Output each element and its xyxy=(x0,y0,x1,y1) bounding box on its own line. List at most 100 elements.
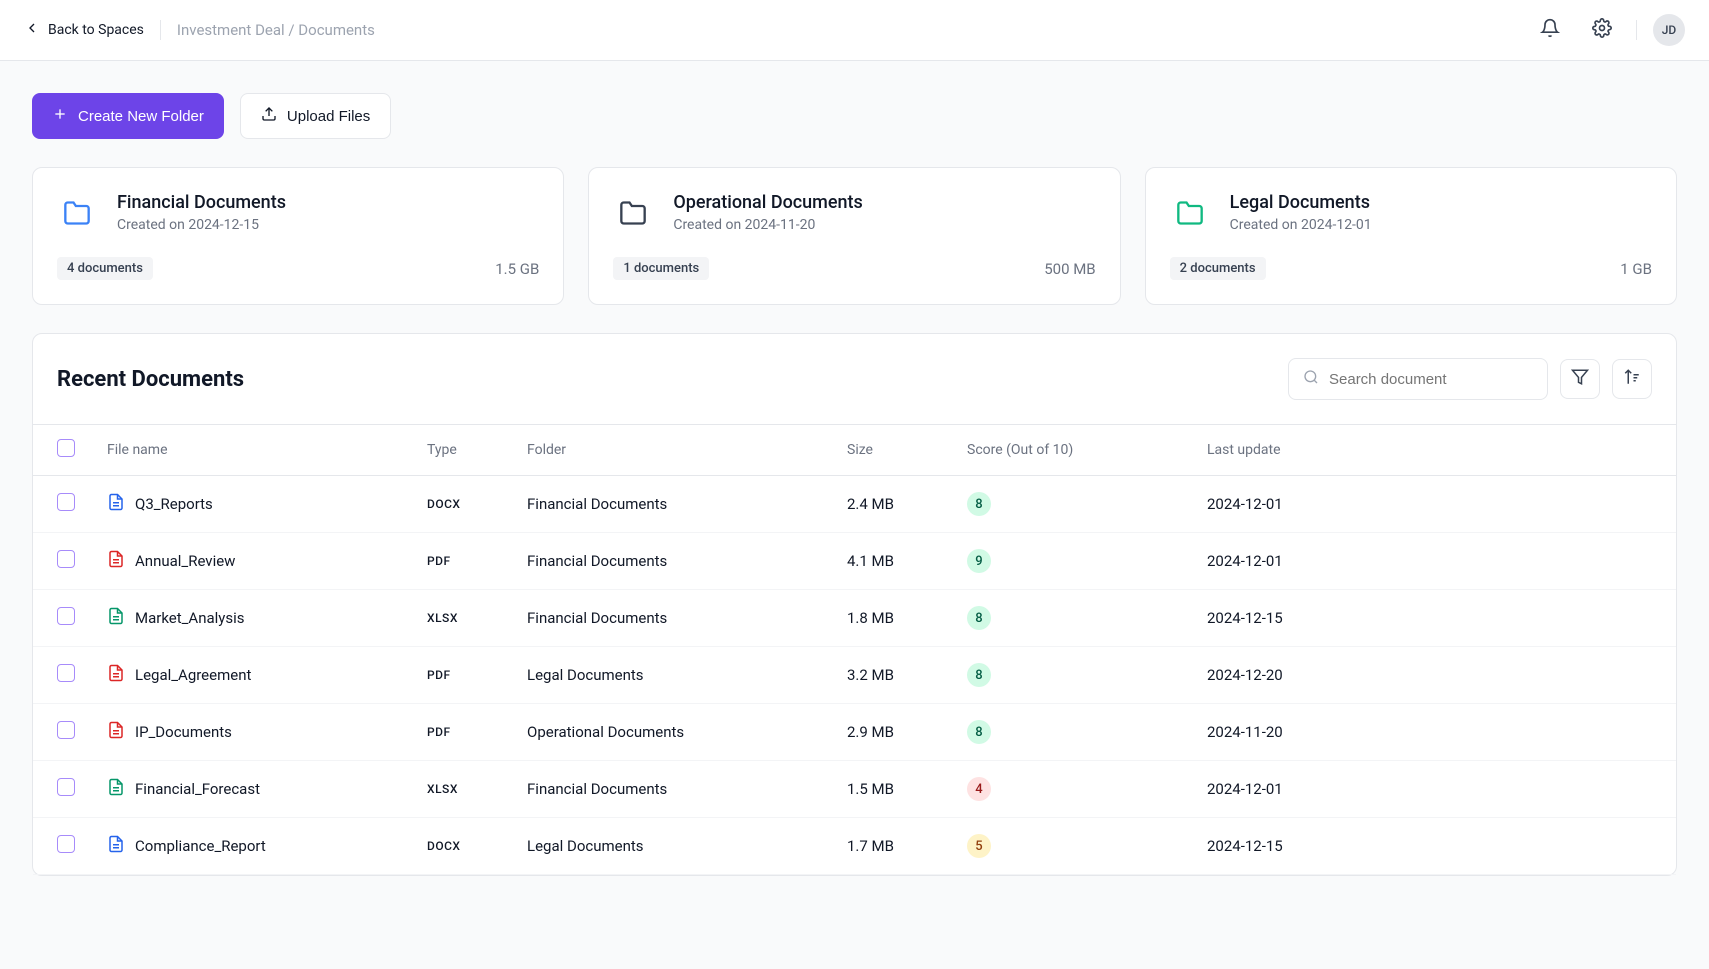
table-row[interactable]: Financial_Forecast XLSXFinancial Document… xyxy=(33,761,1676,818)
select-all-checkbox[interactable] xyxy=(57,439,75,457)
upload-files-button[interactable]: Upload Files xyxy=(240,93,391,139)
header-left: Back to Spaces Investment Deal / Documen… xyxy=(24,20,375,40)
file-type: PDF xyxy=(411,647,511,704)
file-size: 2.9 MB xyxy=(831,704,951,761)
file-size: 1.5 MB xyxy=(831,761,951,818)
folder-top: Financial DocumentsCreated on 2024-12-15 xyxy=(57,192,539,233)
row-checkbox[interactable] xyxy=(57,550,75,568)
file-icon xyxy=(107,835,125,857)
score-badge: 5 xyxy=(967,834,991,858)
header-right: JD xyxy=(1532,12,1685,48)
divider xyxy=(1636,20,1637,40)
file-icon xyxy=(107,721,125,743)
folder-title: Financial Documents xyxy=(117,192,286,213)
sort-icon xyxy=(1623,368,1641,390)
table-controls xyxy=(1288,358,1652,400)
file-size: 3.2 MB xyxy=(831,647,951,704)
col-updated[interactable]: Last update xyxy=(1191,425,1676,476)
user-avatar[interactable]: JD xyxy=(1653,14,1685,46)
table-row[interactable]: Q3_ReportsDOCXFinancial Documents2.4 MB8… xyxy=(33,476,1676,533)
notifications-button[interactable] xyxy=(1532,12,1568,48)
file-type: DOCX xyxy=(411,476,511,533)
file-folder: Legal Documents xyxy=(511,647,831,704)
score-badge: 8 xyxy=(967,663,991,687)
table-row[interactable]: Compliance_ReportDOCXLegal Documents1.7 … xyxy=(33,818,1676,875)
col-size[interactable]: Size xyxy=(831,425,951,476)
main-content: Create New Folder Upload Files Financial… xyxy=(0,61,1709,908)
table-header-bar: Recent Documents xyxy=(33,334,1676,424)
file-name: Annual_Review xyxy=(135,552,235,570)
table-title: Recent Documents xyxy=(57,367,244,392)
file-cell: Annual_Review xyxy=(107,550,395,572)
file-type: XLSX xyxy=(411,590,511,647)
row-checkbox[interactable] xyxy=(57,778,75,796)
folder-info: Operational Documents Created on 2024-11-… xyxy=(673,192,862,233)
folder-card[interactable]: Financial DocumentsCreated on 2024-12-15… xyxy=(32,167,564,305)
file-name: Market_Analysis xyxy=(135,609,245,627)
folder-doc-count: 1 documents xyxy=(613,257,709,280)
filter-button[interactable] xyxy=(1560,359,1600,399)
file-folder: Operational Documents xyxy=(511,704,831,761)
folder-card[interactable]: Operational Documents Created on 2024-11-… xyxy=(588,167,1120,305)
upload-files-label: Upload Files xyxy=(287,108,370,125)
back-to-spaces-link[interactable]: Back to Spaces xyxy=(24,20,144,40)
row-checkbox[interactable] xyxy=(57,607,75,625)
folder-card[interactable]: Legal DocumentsCreated on 2024-12-01 2 do… xyxy=(1145,167,1677,305)
col-type[interactable]: Type xyxy=(411,425,511,476)
col-score[interactable]: Score (Out of 10) xyxy=(951,425,1191,476)
table-row[interactable]: Market_AnalysisXLSXFinancial Documents1.… xyxy=(33,590,1676,647)
file-type: XLSX xyxy=(411,761,511,818)
folder-title: Legal Documents xyxy=(1230,192,1372,213)
folder-doc-count: 2 documents xyxy=(1170,257,1266,280)
row-checkbox[interactable] xyxy=(57,664,75,682)
file-type: PDF xyxy=(411,533,511,590)
col-filename[interactable]: File name xyxy=(91,425,411,476)
file-type: DOCX xyxy=(411,818,511,875)
row-checkbox[interactable] xyxy=(57,493,75,511)
file-name: IP_Documents xyxy=(135,723,232,741)
file-type: PDF xyxy=(411,704,511,761)
folder-bottom: 4 documents 1.5 GB xyxy=(57,257,539,280)
col-folder[interactable]: Folder xyxy=(511,425,831,476)
folder-size: 500 MB xyxy=(1044,260,1095,278)
documents-table: File name Type Folder Size Score (Out of… xyxy=(33,424,1676,875)
create-folder-button[interactable]: Create New Folder xyxy=(32,93,224,139)
score-badge: 8 xyxy=(967,492,991,516)
file-icon xyxy=(107,493,125,515)
table-row[interactable]: Annual_ReviewPDFFinancial Documents4.1 M… xyxy=(33,533,1676,590)
file-updated: 2024-12-01 xyxy=(1191,476,1676,533)
file-updated: 2024-12-01 xyxy=(1191,533,1676,590)
file-cell: Compliance_Report xyxy=(107,835,395,857)
file-cell: Market_Analysis xyxy=(107,607,395,629)
table-row[interactable]: IP_Documents PDFOperational Documents2.9 … xyxy=(33,704,1676,761)
file-folder: Financial Documents xyxy=(511,476,831,533)
search-box[interactable] xyxy=(1288,358,1548,400)
folder-top: Operational Documents Created on 2024-11-… xyxy=(613,192,1095,233)
table-header-row: File name Type Folder Size Score (Out of… xyxy=(33,425,1676,476)
file-folder: Financial Documents xyxy=(511,590,831,647)
table-row[interactable]: Legal_AgreementPDFLegal Documents3.2 MB8… xyxy=(33,647,1676,704)
folder-created: Created on 2024-11-20 xyxy=(673,217,862,233)
file-name: Financial_Forecast xyxy=(135,780,260,798)
file-size: 1.7 MB xyxy=(831,818,951,875)
folder-bottom: 2 documents1 GB xyxy=(1170,257,1652,280)
bell-icon xyxy=(1540,18,1560,42)
folder-doc-count: 4 documents xyxy=(57,257,153,280)
folder-size: 1.5 GB xyxy=(495,260,539,278)
file-size: 2.4 MB xyxy=(831,476,951,533)
search-input[interactable] xyxy=(1329,371,1533,388)
gear-icon xyxy=(1592,18,1612,42)
folder-info: Legal DocumentsCreated on 2024-12-01 xyxy=(1230,192,1372,233)
sort-button[interactable] xyxy=(1612,359,1652,399)
file-icon xyxy=(107,550,125,572)
score-badge: 8 xyxy=(967,720,991,744)
score-badge: 9 xyxy=(967,549,991,573)
row-checkbox[interactable] xyxy=(57,835,75,853)
app-header: Back to Spaces Investment Deal / Documen… xyxy=(0,0,1709,61)
folder-title: Operational Documents xyxy=(673,192,862,213)
settings-button[interactable] xyxy=(1584,12,1620,48)
divider xyxy=(160,20,161,40)
file-folder: Financial Documents xyxy=(511,761,831,818)
row-checkbox[interactable] xyxy=(57,721,75,739)
file-icon xyxy=(107,664,125,686)
